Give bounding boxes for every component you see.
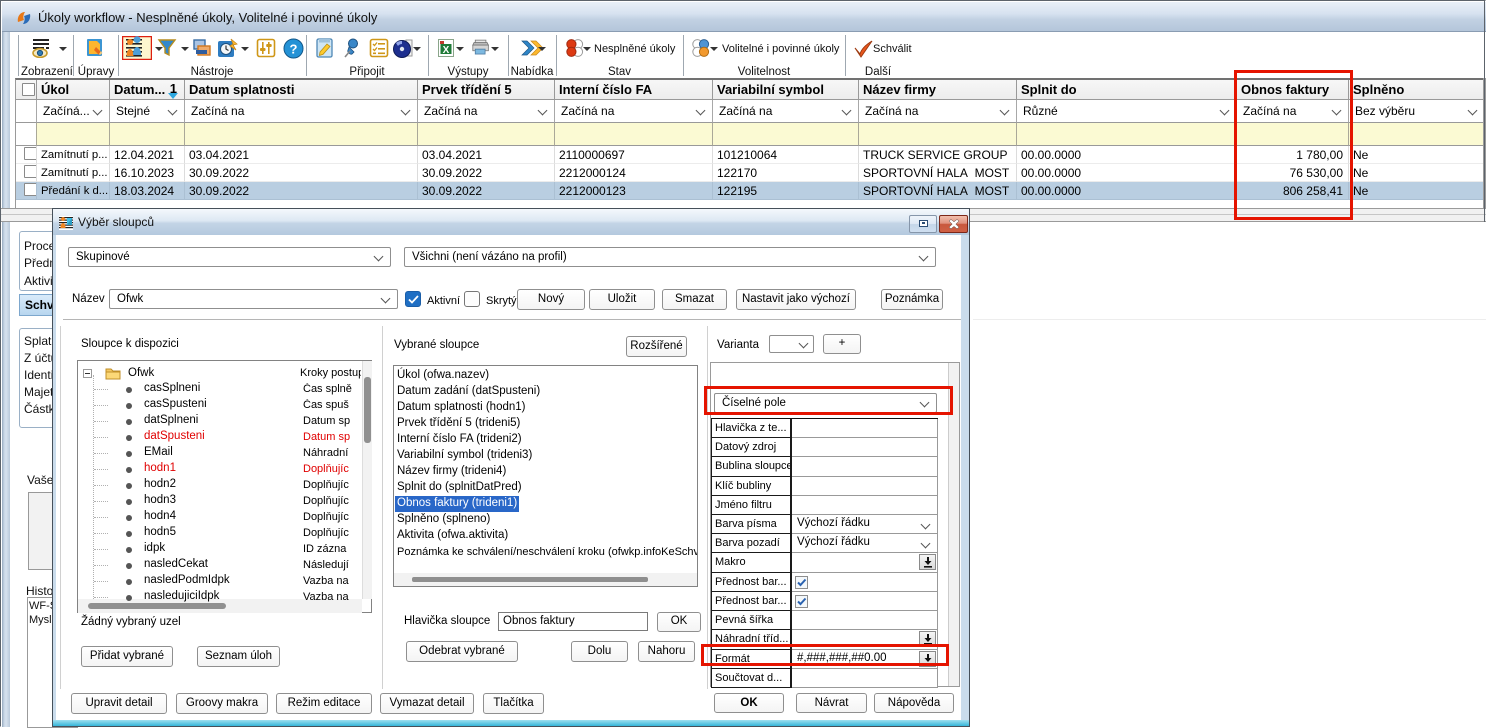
svg-text:X: X (443, 45, 450, 56)
svg-text:?: ? (290, 42, 298, 57)
